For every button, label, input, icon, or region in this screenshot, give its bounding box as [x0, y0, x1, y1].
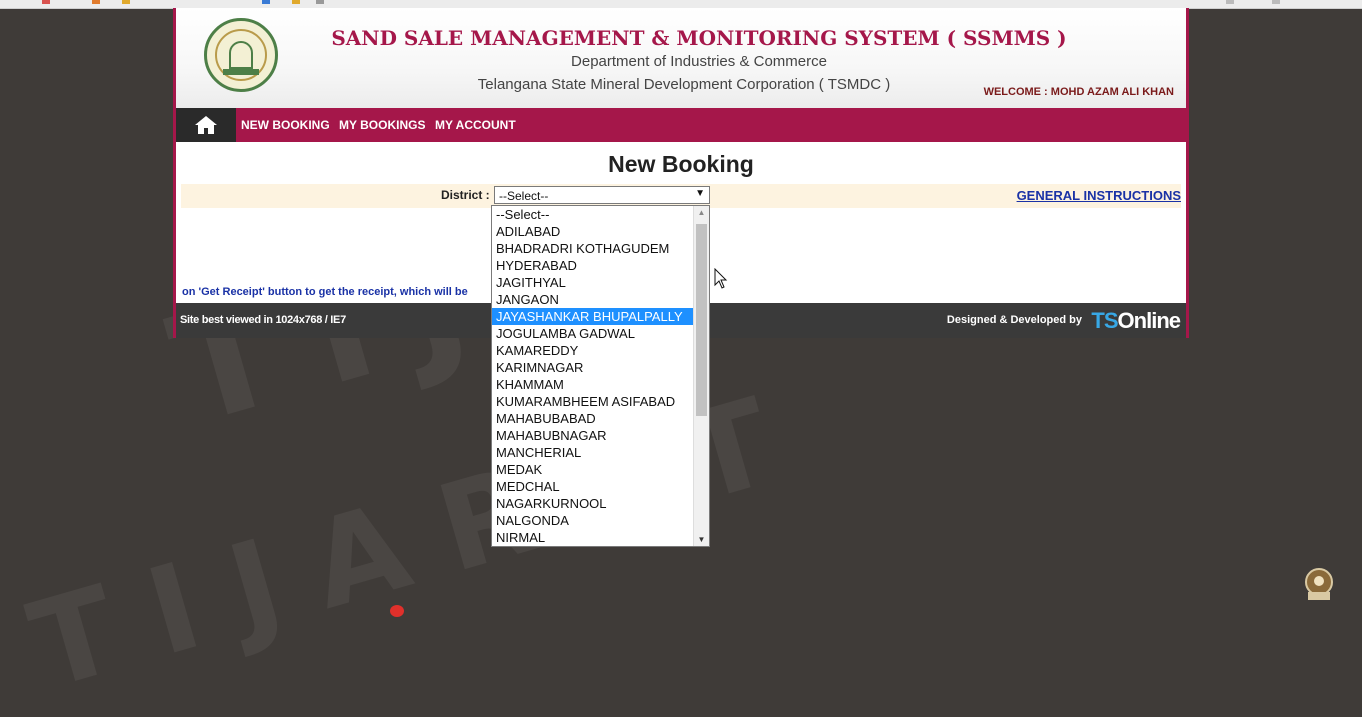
district-dropdown-list[interactable]: --Select-- ADILABAD BHADRADRI KOTHAGUDEM HY…: [491, 205, 710, 547]
district-option[interactable]: KAMAREDDY: [492, 342, 695, 359]
district-option[interactable]: KARIMNAGAR: [492, 359, 695, 376]
district-option[interactable]: JOGULAMBA GADWAL: [492, 325, 695, 342]
scroll-down-icon[interactable]: ▼: [694, 535, 709, 544]
district-select-value: --Select--: [499, 189, 549, 203]
district-option[interactable]: KUMARAMBHEEM ASIFABAD: [492, 393, 695, 410]
scroll-up-icon[interactable]: ▲: [694, 208, 709, 217]
toolbar-icon[interactable]: [292, 0, 300, 4]
district-options: --Select-- ADILABAD BHADRADRI KOTHAGUDEM HY…: [492, 206, 695, 546]
tsonline-logo[interactable]: TSOnline: [1091, 308, 1181, 334]
receipt-note: on 'Get Receipt' button to get the recei…: [182, 286, 468, 298]
toolbar-icon[interactable]: [92, 0, 100, 4]
nav-my-account[interactable]: MY ACCOUNT: [435, 108, 516, 142]
toolbar-icon[interactable]: [42, 0, 50, 4]
main-nav: NEW BOOKING MY BOOKINGS MY ACCOUNT: [176, 108, 1186, 142]
district-option[interactable]: NAGARKURNOOL: [492, 495, 695, 512]
dropdown-scrollbar[interactable]: ▲ ▼: [693, 206, 709, 546]
home-button[interactable]: [176, 108, 236, 142]
district-option[interactable]: JAGITHYAL: [492, 274, 695, 291]
district-option[interactable]: MAHABUBNAGAR: [492, 427, 695, 444]
district-option[interactable]: JAYASHANKAR BHUPALPALLY: [492, 308, 695, 325]
page-title: New Booking: [608, 151, 754, 177]
mouse-pointer-icon: [714, 268, 728, 289]
footer-browser-note: Site best viewed in 1024x768 / IE7: [180, 314, 346, 326]
general-instructions-link[interactable]: GENERAL INSTRUCTIONS: [1017, 188, 1181, 203]
district-option[interactable]: MEDCHAL: [492, 478, 695, 495]
district-option[interactable]: HYDERABAD: [492, 257, 695, 274]
district-label: District :: [441, 188, 490, 202]
district-option[interactable]: KHAMMAM: [492, 376, 695, 393]
nav-new-booking[interactable]: NEW BOOKING: [241, 108, 330, 142]
district-option[interactable]: MAHABUBABAD: [492, 410, 695, 427]
recording-indicator: [390, 605, 404, 617]
district-option[interactable]: NIRMAL: [492, 529, 695, 546]
district-option[interactable]: ADILABAD: [492, 223, 695, 240]
site-title: SAND SALE MANAGEMENT & MONITORING SYSTEM…: [331, 26, 1067, 50]
chevron-down-icon: ▼: [695, 188, 705, 199]
toolbar-icon[interactable]: [316, 0, 324, 4]
site-header: SAND SALE MANAGEMENT & MONITORING SYSTEM…: [176, 8, 1186, 108]
district-select[interactable]: --Select-- ▼: [494, 186, 710, 204]
toolbar-icon[interactable]: [122, 0, 130, 4]
footer-credit: Designed & Developed by: [946, 314, 1082, 326]
department-name: Department of Industries & Commerce: [571, 53, 827, 70]
nav-my-bookings[interactable]: MY BOOKINGS: [339, 108, 425, 142]
scrollbar-thumb[interactable]: [696, 224, 707, 416]
welcome-user: WELCOME : MOHD AZAM ALI KHAN: [983, 86, 1174, 98]
district-option[interactable]: JANGAON: [492, 291, 695, 308]
district-option[interactable]: NALGONDA: [492, 512, 695, 529]
toolbar-icon[interactable]: [1226, 0, 1234, 4]
home-icon: [195, 116, 217, 134]
channel-logo-icon: [1305, 568, 1333, 600]
district-option[interactable]: MEDAK: [492, 461, 695, 478]
toolbar-icon[interactable]: [262, 0, 270, 4]
district-option[interactable]: --Select--: [492, 206, 695, 223]
district-option[interactable]: BHADRADRI KOTHAGUDEM: [492, 240, 695, 257]
district-option[interactable]: MANCHERIAL: [492, 444, 695, 461]
toolbar-icon[interactable]: [1272, 0, 1280, 4]
